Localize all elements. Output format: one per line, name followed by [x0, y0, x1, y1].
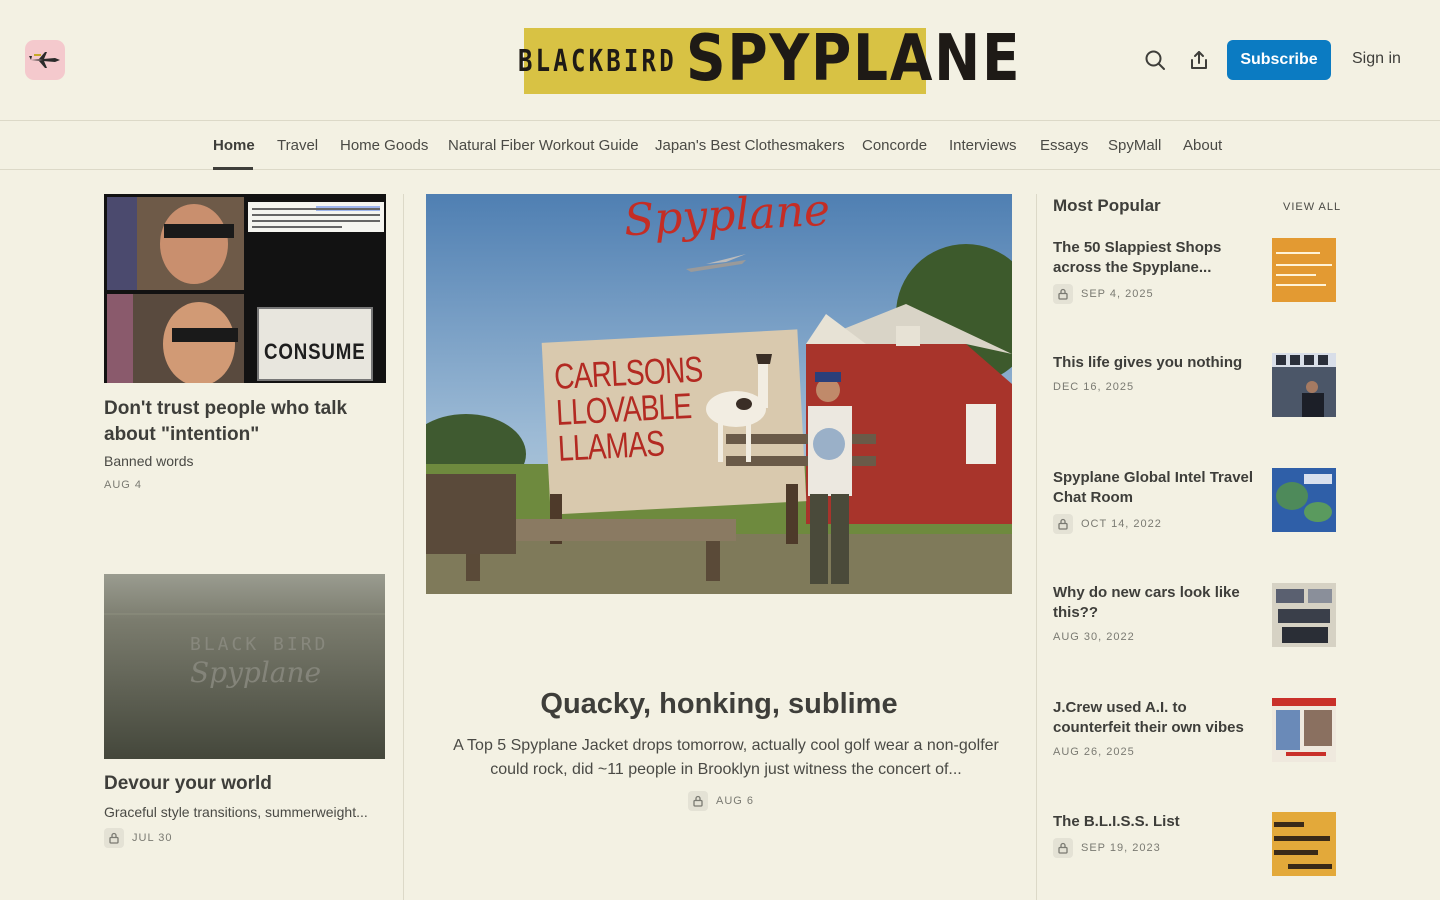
popular-item-title[interactable]: This life gives you nothing: [1053, 353, 1261, 373]
thumbnail-watermark-script: Spyplane: [190, 656, 322, 689]
nav-home-goods[interactable]: Home Goods: [340, 137, 428, 154]
site-header: BLACKBIRD SPYPLANE Subscribe Sign in: [0, 0, 1440, 120]
nav-travel[interactable]: Travel: [277, 137, 318, 154]
search-icon[interactable]: [1141, 46, 1169, 74]
popular-item-title[interactable]: Spyplane Global Intel Travel Chat Room: [1053, 468, 1261, 508]
popular-item-thumbnail[interactable]: [1272, 812, 1336, 876]
column-divider-left: [403, 194, 404, 900]
popular-item-date: OCT 14, 2022: [1081, 518, 1162, 530]
spyplane-icon[interactable]: [25, 40, 65, 80]
popular-item-title[interactable]: The B.L.I.S.S. List: [1053, 812, 1261, 832]
featured-image[interactable]: Spyplane CARLSONS LLOVABLE LLAMAS: [426, 194, 1012, 594]
lock-icon: [104, 828, 124, 848]
popular-item-date: SEP 19, 2023: [1081, 842, 1161, 854]
post-thumbnail[interactable]: BLACK BIRD Spyplane: [104, 574, 385, 759]
lock-icon: [1053, 514, 1073, 534]
popular-item-title[interactable]: The 50 Slappiest Shops across the Spypla…: [1053, 238, 1261, 278]
popular-item-thumbnail[interactable]: [1272, 468, 1336, 532]
main-nav: Home Travel Home Goods Natural Fiber Wor…: [0, 120, 1440, 170]
post-subtitle: Graceful style transitions, summerweight…: [104, 804, 368, 820]
post-title[interactable]: Don't trust people who talk about "inten…: [104, 396, 394, 448]
popular-item-date: SEP 4, 2025: [1081, 288, 1154, 300]
post-date: JUL 30: [132, 832, 173, 844]
sign-in-link[interactable]: Sign in: [1352, 50, 1401, 68]
lock-icon: [688, 791, 708, 811]
thumbnail-sign-text: CONSUME: [264, 339, 366, 364]
thumbnail-watermark-text: BLACK BIRD: [190, 634, 329, 655]
post-thumbnail[interactable]: CONSUME: [104, 194, 386, 383]
view-all-link[interactable]: VIEW ALL: [1283, 201, 1341, 213]
post-date: AUG 4: [104, 479, 143, 491]
lock-icon: [1053, 838, 1073, 858]
nav-home[interactable]: Home: [213, 137, 255, 154]
popular-item-date: DEC 16, 2025: [1053, 381, 1135, 393]
nav-japans-best-clothesmakers[interactable]: Japan's Best Clothesmakers: [655, 137, 845, 154]
popular-item-title[interactable]: Why do new cars look like this??: [1053, 583, 1261, 623]
column-divider-right: [1036, 194, 1037, 900]
logo-wordmark-left: BLACKBIRD: [518, 44, 677, 79]
featured-subtitle: A Top 5 Spyplane Jacket drops tomorrow, …: [453, 737, 999, 778]
featured-date: AUG 6: [716, 795, 755, 807]
nav-active-indicator: [213, 167, 253, 170]
lock-icon: [1053, 284, 1073, 304]
nav-concorde[interactable]: Concorde: [862, 137, 927, 154]
featured-title[interactable]: Quacky, honking, sublime: [426, 688, 1012, 721]
share-icon[interactable]: [1185, 46, 1213, 74]
popular-item-thumbnail[interactable]: [1272, 698, 1336, 762]
nav-natural-fiber-workout-guide[interactable]: Natural Fiber Workout Guide: [448, 137, 639, 154]
nav-spymall[interactable]: SpyMall: [1108, 137, 1161, 154]
popular-item-date: AUG 30, 2022: [1053, 631, 1135, 643]
post-title[interactable]: Devour your world: [104, 773, 272, 795]
popular-item-date: AUG 26, 2025: [1053, 746, 1135, 758]
nav-about[interactable]: About: [1183, 137, 1222, 154]
site-logo[interactable]: BLACKBIRD SPYPLANE: [518, 22, 1020, 98]
post-subtitle: Banned words: [104, 453, 194, 469]
popular-item-title[interactable]: J.Crew used A.I. to counterfeit their ow…: [1053, 698, 1261, 738]
most-popular-heading: Most Popular: [1053, 196, 1161, 215]
nav-interviews[interactable]: Interviews: [949, 137, 1017, 154]
logo-wordmark-right: SPYPLANE: [686, 22, 1022, 96]
nav-essays[interactable]: Essays: [1040, 137, 1088, 154]
featured-image-sign: CARLSONS LLOVABLE LLAMAS: [553, 348, 748, 469]
popular-item-thumbnail[interactable]: [1272, 583, 1336, 647]
popular-item-thumbnail[interactable]: [1272, 238, 1336, 302]
popular-item-thumbnail[interactable]: [1272, 353, 1336, 417]
subscribe-button[interactable]: Subscribe: [1227, 40, 1331, 80]
